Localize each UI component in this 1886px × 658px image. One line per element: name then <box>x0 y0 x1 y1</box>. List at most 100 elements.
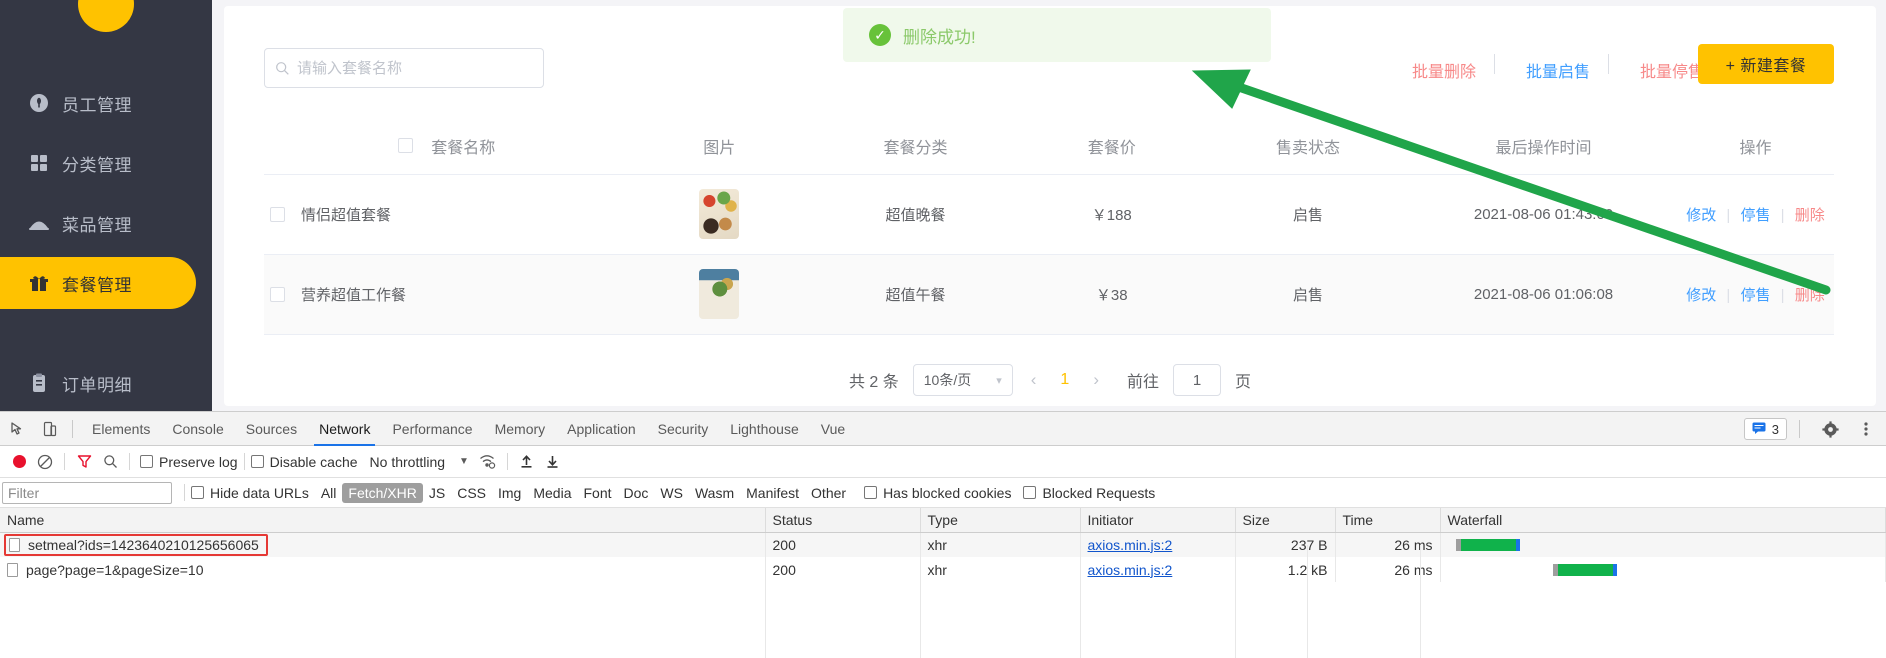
has-blocked-cookies-checkbox[interactable]: Has blocked cookies <box>864 485 1011 501</box>
search-box[interactable] <box>264 48 544 88</box>
disable-cache-checkbox[interactable]: Disable cache <box>251 454 358 470</box>
filter-funnel-icon[interactable] <box>71 449 97 475</box>
throttling-select[interactable]: No throttling ▼ <box>370 454 469 470</box>
more-vertical-icon[interactable] <box>1852 415 1880 443</box>
network-col-name[interactable]: Name <box>0 508 765 532</box>
alert-message: 删除成功! <box>903 23 976 48</box>
toolbar-divider <box>64 453 65 470</box>
devtools-tabbar: Elements Console Sources Network Perform… <box>0 412 1886 446</box>
preserve-log-checkbox[interactable]: Preserve log <box>140 454 238 470</box>
pagination-prev-button[interactable]: ‹ <box>1027 370 1041 390</box>
filter-type-doc[interactable]: Doc <box>618 483 655 503</box>
row-delete-button[interactable]: 删除 <box>1795 207 1825 224</box>
chevron-down-icon: ▼ <box>459 456 469 467</box>
setmeal-thumbnail[interactable] <box>699 269 739 319</box>
devtools-panel: Elements Console Sources Network Perform… <box>0 411 1886 658</box>
tab-security[interactable]: Security <box>647 412 720 446</box>
inspect-element-icon[interactable] <box>4 415 32 443</box>
table-header-status: 售卖状态 <box>1206 118 1410 174</box>
search-input[interactable] <box>297 49 533 87</box>
tab-sources[interactable]: Sources <box>235 412 308 446</box>
network-col-type[interactable]: Type <box>920 508 1080 532</box>
batch-enable-button[interactable]: 批量启售 <box>1526 58 1590 82</box>
network-conditions-icon[interactable] <box>475 449 501 475</box>
table-row[interactable]: 情侣超值套餐 超值晚餐 ￥188 启售 2021-08-06 01:43:00 … <box>264 174 1834 254</box>
filter-type-js[interactable]: JS <box>423 483 451 503</box>
tab-performance[interactable]: Performance <box>381 412 483 446</box>
pagination-next-button[interactable]: › <box>1089 370 1103 390</box>
tab-network[interactable]: Network <box>308 412 381 446</box>
table-row[interactable]: 营养超值工作餐 超值午餐 ￥38 启售 2021-08-06 01:06:08 … <box>264 254 1834 334</box>
tab-vue[interactable]: Vue <box>810 412 856 446</box>
tab-console[interactable]: Console <box>161 412 234 446</box>
row-checkbox[interactable] <box>270 287 285 302</box>
row-delete-button[interactable]: 删除 <box>1795 287 1825 304</box>
sidebar-item-employee[interactable]: 员工管理 <box>0 77 196 129</box>
toolbar-divider-1 <box>1494 54 1495 74</box>
gear-icon[interactable] <box>1816 415 1844 443</box>
filter-type-other[interactable]: Other <box>805 483 852 503</box>
messages-badge[interactable]: 3 <box>1744 418 1787 440</box>
sidebar-item-orders[interactable]: 订单明细 <box>0 357 196 409</box>
filter-type-ws[interactable]: WS <box>654 483 689 503</box>
tab-lighthouse[interactable]: Lighthouse <box>719 412 810 446</box>
filter-type-img[interactable]: Img <box>492 483 527 503</box>
cell-name: 营养超值工作餐 <box>264 254 625 334</box>
checkbox-box <box>140 455 153 468</box>
page-size-select[interactable]: 10条/页 ▾ <box>913 364 1013 396</box>
setmeal-thumbnail[interactable] <box>699 189 739 239</box>
network-filterbar: Hide data URLs All Fetch/XHR JS CSS Img … <box>0 478 1886 508</box>
pagination-page-1[interactable]: 1 <box>1054 371 1075 389</box>
cell-category: 超值晚餐 <box>813 174 1017 254</box>
devtools-tabbar-right: 3 <box>1744 412 1880 446</box>
cell-image <box>625 254 813 334</box>
cell-updated: 2021-08-06 01:43:00 <box>1410 174 1677 254</box>
blocked-requests-checkbox[interactable]: Blocked Requests <box>1023 485 1155 501</box>
sidebar-item-category[interactable]: 分类管理 <box>0 137 196 189</box>
op-divider: | <box>1781 287 1785 304</box>
filter-type-css[interactable]: CSS <box>451 483 492 503</box>
clipboard-icon <box>28 372 50 394</box>
sidebar-item-setmeal[interactable]: 套餐管理 <box>0 257 196 309</box>
filter-type-all[interactable]: All <box>315 483 343 503</box>
blocked-requests-label: Blocked Requests <box>1042 485 1155 501</box>
hide-data-urls-checkbox[interactable]: Hide data URLs <box>191 485 309 501</box>
filter-type-fetch-xhr[interactable]: Fetch/XHR <box>342 483 422 503</box>
filter-type-wasm[interactable]: Wasm <box>689 483 740 503</box>
tab-elements[interactable]: Elements <box>81 412 161 446</box>
filter-type-media[interactable]: Media <box>527 483 577 503</box>
row-stop-button[interactable]: 停售 <box>1740 287 1770 304</box>
device-toolbar-icon[interactable] <box>36 415 64 443</box>
browser-page: 员工管理 分类管理 菜品管理 套餐管理 <box>0 0 1886 411</box>
search-icon[interactable] <box>97 449 123 475</box>
network-col-initiator[interactable]: Initiator <box>1080 508 1235 532</box>
row-stop-button[interactable]: 停售 <box>1740 207 1770 224</box>
select-all-checkbox[interactable] <box>398 138 413 153</box>
network-col-size[interactable]: Size <box>1235 508 1335 532</box>
batch-disable-button[interactable]: 批量停售 <box>1640 58 1704 82</box>
pagination-jump-input[interactable] <box>1173 364 1221 396</box>
row-edit-button[interactable]: 修改 <box>1686 207 1716 224</box>
row-edit-button[interactable]: 修改 <box>1686 287 1716 304</box>
network-toolbar: Preserve log Disable cache No throttling… <box>0 446 1886 478</box>
network-col-time[interactable]: Time <box>1335 508 1440 532</box>
sidebar-item-dish[interactable]: 菜品管理 <box>0 197 196 249</box>
record-stop-icon[interactable] <box>6 449 32 475</box>
network-col-status[interactable]: Status <box>765 508 920 532</box>
export-har-icon[interactable] <box>540 449 566 475</box>
throttling-value: No throttling <box>370 454 445 470</box>
batch-delete-button[interactable]: 批量删除 <box>1412 58 1476 82</box>
success-alert: ✓ 删除成功! <box>843 8 1271 62</box>
import-har-icon[interactable] <box>514 449 540 475</box>
filter-input[interactable] <box>2 482 172 504</box>
tabbar-divider <box>72 420 73 438</box>
new-setmeal-button[interactable]: + 新建套餐 <box>1698 44 1834 84</box>
filter-type-manifest[interactable]: Manifest <box>740 483 805 503</box>
network-col-waterfall[interactable]: Waterfall <box>1440 508 1886 532</box>
checkbox-box <box>191 486 204 499</box>
tab-memory[interactable]: Memory <box>484 412 557 446</box>
row-checkbox[interactable] <box>270 207 285 222</box>
filter-type-font[interactable]: Font <box>577 483 617 503</box>
tab-application[interactable]: Application <box>556 412 647 446</box>
clear-icon[interactable] <box>32 449 58 475</box>
